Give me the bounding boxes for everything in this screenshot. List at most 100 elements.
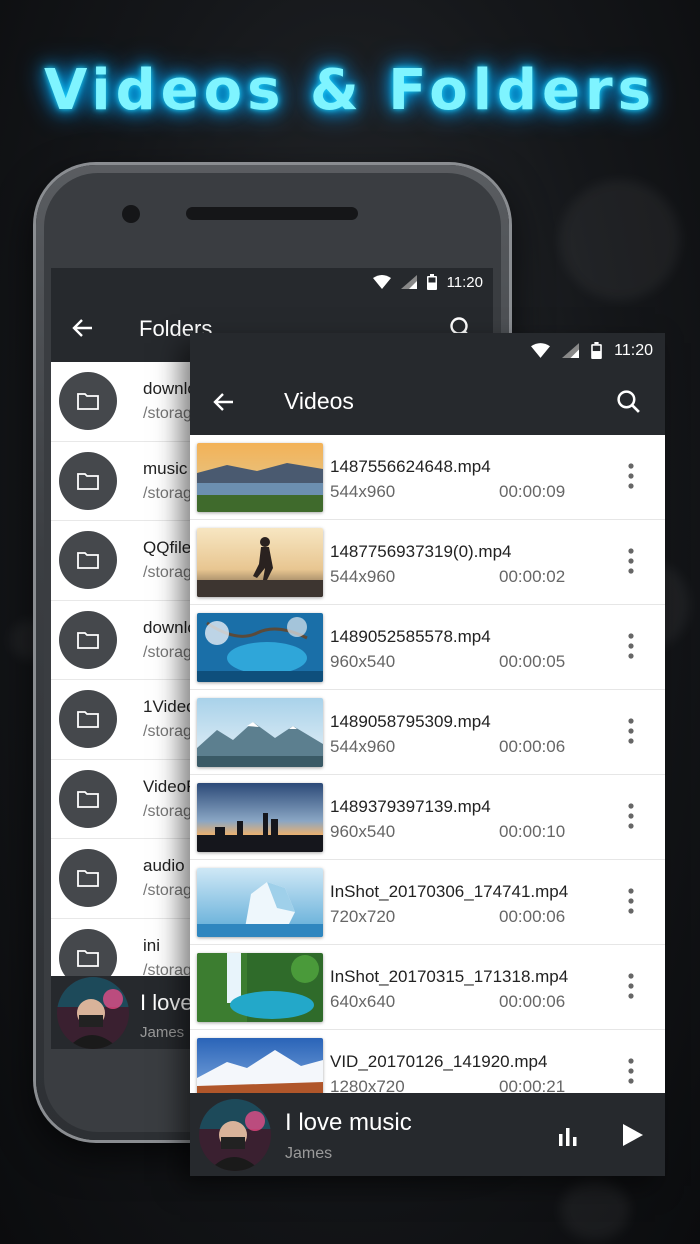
video-name: 1489058795309.mp4 bbox=[330, 712, 491, 731]
video-name: 1487556624648.mp4 bbox=[330, 457, 491, 476]
search-icon bbox=[617, 390, 640, 413]
video-row[interactable]: 1487756937319(0).mp4 544x960 00:00:02 bbox=[190, 520, 665, 605]
video-row[interactable]: InShot_20170306_174741.mp4 720x720 00:00… bbox=[190, 860, 665, 945]
video-thumbnail bbox=[197, 783, 323, 852]
video-thumbnail bbox=[197, 868, 323, 937]
video-row[interactable]: VID_20170126_141920.mp4 1280x720 00:00:2… bbox=[190, 1030, 665, 1093]
page-title: Videos bbox=[284, 388, 354, 414]
video-resolution: 544x960 bbox=[330, 482, 396, 501]
video-resolution: 544x960 bbox=[330, 737, 396, 756]
folder-path: /storag bbox=[143, 643, 192, 661]
folder-name: music bbox=[143, 458, 188, 478]
album-art bbox=[57, 976, 129, 1049]
folder-icon bbox=[77, 790, 99, 808]
front-camera bbox=[122, 205, 140, 223]
promo-headline: Videos & Folders bbox=[44, 58, 656, 123]
folder-icon bbox=[77, 631, 99, 649]
earpiece-speaker bbox=[186, 207, 358, 220]
more-options-button[interactable] bbox=[628, 973, 634, 1004]
folder-path: /storag bbox=[143, 484, 192, 502]
track-title: I love music bbox=[285, 1109, 412, 1136]
video-duration: 00:00:05 bbox=[499, 652, 566, 671]
video-row[interactable]: 1489379397139.mp4 960x540 00:00:10 bbox=[190, 775, 665, 860]
more-vertical-icon bbox=[628, 548, 634, 574]
more-options-button[interactable] bbox=[628, 548, 634, 579]
mini-player[interactable]: I love music James bbox=[190, 1093, 665, 1176]
folder-icon bbox=[77, 870, 99, 888]
folder-icon bbox=[77, 949, 99, 967]
folder-icon bbox=[77, 472, 99, 490]
video-name: VID_20170126_141920.mp4 bbox=[330, 1052, 548, 1071]
more-vertical-icon bbox=[628, 888, 634, 914]
signal-icon bbox=[562, 343, 580, 358]
search-button[interactable] bbox=[616, 389, 641, 419]
more-options-button[interactable] bbox=[628, 1058, 634, 1089]
background-bokeh bbox=[560, 1180, 630, 1240]
arrow-left-icon bbox=[213, 393, 233, 411]
folder-path: /storag bbox=[143, 882, 192, 900]
more-options-button[interactable] bbox=[628, 803, 634, 834]
status-time: 11:20 bbox=[614, 341, 653, 359]
video-row[interactable]: 1487556624648.mp4 544x960 00:00:09 bbox=[190, 435, 665, 520]
video-duration: 00:00:06 bbox=[499, 992, 566, 1011]
status-bar: 11:20 bbox=[190, 333, 665, 368]
folder-path: /storag bbox=[143, 723, 192, 741]
back-button[interactable] bbox=[71, 316, 95, 345]
more-options-button[interactable] bbox=[628, 718, 634, 749]
battery-icon bbox=[426, 274, 437, 290]
folder-name: downlo bbox=[143, 617, 197, 637]
equalizer-button[interactable] bbox=[558, 1126, 578, 1151]
video-row[interactable]: 1489052585578.mp4 960x540 00:00:05 bbox=[190, 605, 665, 690]
video-thumbnail bbox=[197, 528, 323, 597]
folder-name: 1Video bbox=[143, 697, 196, 717]
more-vertical-icon bbox=[628, 463, 634, 489]
video-duration: 00:00:10 bbox=[499, 822, 566, 841]
video-duration: 00:00:02 bbox=[499, 567, 566, 586]
videos-screen: 11:20 Videos 1487556624648.mp4 544x960 0… bbox=[190, 333, 665, 1176]
video-row[interactable]: 1489058795309.mp4 544x960 00:00:06 bbox=[190, 690, 665, 775]
battery-icon bbox=[591, 342, 602, 359]
signal-icon bbox=[400, 275, 417, 289]
folder-name: downlo bbox=[143, 379, 197, 399]
wifi-icon bbox=[531, 343, 551, 358]
video-name: 1489379397139.mp4 bbox=[330, 797, 491, 816]
video-name: InShot_20170306_174741.mp4 bbox=[330, 882, 569, 901]
wifi-icon bbox=[372, 275, 391, 289]
more-vertical-icon bbox=[628, 973, 634, 999]
album-art-image bbox=[199, 1099, 271, 1171]
more-options-button[interactable] bbox=[628, 633, 634, 664]
video-duration: 00:00:06 bbox=[499, 737, 566, 756]
play-button[interactable] bbox=[622, 1123, 644, 1152]
video-thumbnail bbox=[197, 698, 323, 767]
video-thumbnail bbox=[197, 1038, 323, 1093]
more-options-button[interactable] bbox=[628, 463, 634, 494]
back-button[interactable] bbox=[212, 390, 236, 419]
track-artist: James bbox=[140, 1024, 185, 1041]
folder-path: /storag bbox=[143, 802, 192, 820]
more-vertical-icon bbox=[628, 633, 634, 659]
folder-icon bbox=[77, 393, 99, 411]
background-bokeh bbox=[560, 180, 680, 300]
video-resolution: 640x640 bbox=[330, 992, 396, 1011]
more-options-button[interactable] bbox=[628, 888, 634, 919]
album-art bbox=[199, 1099, 271, 1171]
video-name: 1489052585578.mp4 bbox=[330, 627, 491, 646]
folder-name: audio bbox=[143, 856, 185, 876]
arrow-left-icon bbox=[72, 319, 92, 337]
video-resolution: 720x720 bbox=[330, 907, 396, 926]
video-row[interactable]: InShot_20170315_171318.mp4 640x640 00:00… bbox=[190, 945, 665, 1030]
track-artist: James bbox=[285, 1145, 333, 1162]
track-title: I love bbox=[140, 990, 193, 1015]
folder-name: VideoF bbox=[143, 776, 197, 796]
folder-icon bbox=[77, 552, 99, 570]
status-bar: 11:20 bbox=[51, 268, 493, 296]
video-duration: 00:00:09 bbox=[499, 482, 566, 501]
video-list: 1487556624648.mp4 544x960 00:00:09 14877… bbox=[190, 435, 665, 1093]
video-thumbnail bbox=[197, 613, 323, 682]
video-resolution: 544x960 bbox=[330, 567, 396, 586]
video-name: InShot_20170315_171318.mp4 bbox=[330, 967, 569, 986]
album-art-image bbox=[57, 976, 129, 1049]
more-vertical-icon bbox=[628, 1058, 634, 1084]
folder-icon bbox=[77, 711, 99, 729]
video-duration: 00:00:06 bbox=[499, 907, 566, 926]
